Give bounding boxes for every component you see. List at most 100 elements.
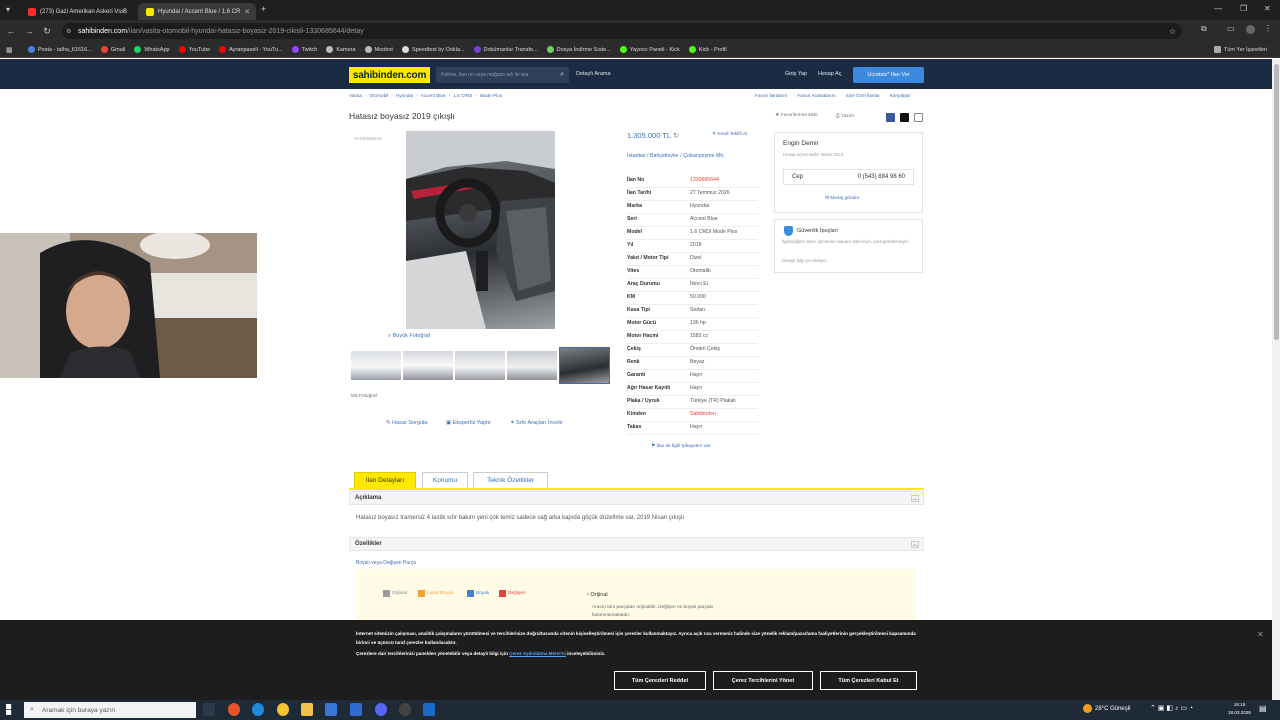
add-favorite-button[interactable]: ★ Favorilerime Ekle: [775, 113, 818, 119]
new-tab-icon[interactable]: +: [261, 4, 266, 14]
bookmark-kick-panel[interactable]: Yayıncı Paneli - Kick: [619, 46, 680, 53]
cast-icon[interactable]: ▭: [1227, 24, 1235, 33]
restore-icon[interactable]: ❐: [1240, 4, 1247, 13]
photo-thumbnail[interactable]: [455, 351, 505, 380]
steam-icon[interactable]: [423, 703, 435, 716]
bookmark-whatsapp[interactable]: WhatsApp: [134, 46, 170, 53]
new-cars-link[interactable]: ✦ Sıfır Araçları İncele: [510, 420, 563, 426]
file-explorer-icon[interactable]: [301, 703, 313, 716]
close-tab-icon[interactable]: ✕: [244, 8, 250, 16]
tab-location[interactable]: Konumu: [422, 472, 468, 488]
email-share-icon[interactable]: [914, 113, 923, 122]
favorite-searches-link[interactable]: Favori Aramalarım: [797, 93, 835, 98]
bookmark-moobot[interactable]: Moobot: [364, 46, 393, 53]
close-tab-icon[interactable]: ✕: [120, 8, 126, 16]
facebook-share-icon[interactable]: [886, 113, 895, 122]
manage-cookies-button[interactable]: Çerez Tercihlerini Yönet: [713, 671, 813, 690]
scrollbar-thumb[interactable]: [1274, 64, 1279, 340]
edge-icon[interactable]: [252, 703, 264, 716]
close-window-icon[interactable]: ✕: [1264, 4, 1271, 13]
photo-thumbnail[interactable]: [351, 351, 401, 380]
weather-widget[interactable]: 28°C Güneşli: [1083, 704, 1130, 713]
bookmark-gmail[interactable]: Gmail: [100, 46, 125, 53]
task-view-icon[interactable]: [203, 703, 215, 716]
apps-grid-icon[interactable]: ▦: [6, 46, 13, 54]
compare-link[interactable]: Karşılaştır: [890, 93, 911, 98]
system-tray-icons[interactable]: ⌃ ▣ ◧ ♪ ▭ ◔: [1150, 704, 1193, 712]
search-icon[interactable]: ⌕: [560, 71, 564, 79]
main-car-photo[interactable]: [406, 131, 555, 329]
phone-number[interactable]: 0 (543) 884 98 60: [858, 174, 905, 180]
site-info-icon[interactable]: ⚙: [66, 28, 71, 35]
x-share-icon[interactable]: [900, 113, 909, 122]
taskbar-search[interactable]: ⌕ Aramak için buraya yazın: [24, 702, 196, 718]
bookmark-dosya[interactable]: Dosya İndirme Sıste...: [546, 46, 611, 53]
discord-icon[interactable]: [375, 703, 387, 716]
minimize-icon[interactable]: —: [1214, 4, 1222, 13]
bookmark-star-icon[interactable]: ☆: [1169, 27, 1176, 36]
cookie-policy-link[interactable]: Çerez Aydınlatma Metni'ni: [509, 651, 566, 656]
bookmark-kamera[interactable]: Kamera: [326, 46, 356, 53]
url-field[interactable]: ⚙ sahibinden.com/ilan/vasita-otomobil-hy…: [62, 23, 1182, 39]
close-icon[interactable]: ✕: [1257, 630, 1264, 639]
obs-icon[interactable]: [399, 703, 411, 716]
tab-listing-details[interactable]: İlan Detayları: [354, 472, 416, 488]
features-header[interactable]: Özellikler ︿: [349, 537, 924, 551]
description-header[interactable]: Açıklama ︿: [349, 491, 924, 505]
post-ad-button[interactable]: Ücretsiz* İlan Ver: [853, 67, 924, 83]
site-search-input[interactable]: Kelime, ilan no veya mağaza adı ile ara …: [436, 67, 569, 83]
bookmark-dokumanlar[interactable]: Dokümanlar Transfe...: [473, 46, 538, 53]
app-icon[interactable]: [228, 703, 240, 716]
chrome-icon[interactable]: [277, 703, 289, 716]
breadcrumb-item[interactable]: Vasıta: [349, 93, 362, 98]
bookmark-youtube[interactable]: YouTube: [178, 46, 210, 53]
mail-icon[interactable]: [350, 703, 362, 716]
damage-check-link[interactable]: ✎ Hasar Sorgula: [386, 420, 427, 426]
store-icon[interactable]: [325, 703, 337, 716]
extensions-icon[interactable]: ⧉: [1201, 24, 1207, 34]
credit-offer-link[interactable]: ✕ Kredi Teklifi Al: [712, 132, 747, 137]
photo-thumbnail[interactable]: [403, 351, 453, 380]
bookmark-ayranpaseli[interactable]: Ayranpaseli - YouTu...: [219, 46, 283, 53]
breadcrumb-item[interactable]: Hyundai: [396, 93, 413, 98]
reject-cookies-button[interactable]: Tüm Çerezleri Reddet: [614, 671, 706, 690]
bookmark-posta[interactable]: Posta - talha_61616...: [28, 46, 92, 53]
forward-icon[interactable]: →: [20, 26, 38, 36]
browser-tab-active[interactable]: Hyundai / Accent Blue / 1.6 CR ✕: [138, 3, 256, 20]
photo-thumbnail-active[interactable]: [559, 347, 610, 384]
breadcrumb-item[interactable]: 1.6 CRDI: [453, 93, 472, 98]
site-logo[interactable]: sahibinden.com: [349, 67, 430, 83]
collapse-icon[interactable]: ︿: [911, 540, 919, 548]
location[interactable]: İstanbul / Bahçelievler / Çobançeşme Mh.: [627, 152, 757, 160]
print-button[interactable]: ⎙ Yazdır: [836, 113, 855, 119]
menu-icon[interactable]: ⋮: [1264, 24, 1272, 33]
profile-avatar[interactable]: [1246, 25, 1255, 34]
collapse-icon[interactable]: ︿: [911, 494, 919, 502]
breadcrumb-item[interactable]: Accent Blue: [421, 93, 446, 98]
reload-icon[interactable]: ↻: [38, 26, 56, 37]
bookmark-twitch[interactable]: Twitch: [291, 46, 317, 53]
breadcrumb-item[interactable]: Otomobil: [370, 93, 389, 98]
detailed-search-link[interactable]: Detaylı Arama: [576, 71, 611, 77]
breadcrumb-item[interactable]: Mode Plus: [480, 93, 502, 98]
send-message-button[interactable]: ✉ Mesaj gönder: [825, 196, 859, 201]
tab-technical[interactable]: Teknik Özellikler: [473, 472, 548, 488]
price-history-icon[interactable]: ↻: [673, 131, 679, 140]
recommended-listings-link[interactable]: Size Özel İlanlar: [846, 93, 880, 98]
taskbar-clock[interactable]: 16:15 18.03.2026: [1228, 701, 1251, 717]
big-photo-link[interactable]: ⌕ Büyük Fotoğraf: [388, 333, 430, 340]
seller-name[interactable]: Engin Demir: [783, 140, 819, 147]
tab-list-icon[interactable]: ▾: [6, 5, 10, 14]
safety-more-link[interactable]: Detaylı bilgi için tıklayın.: [782, 258, 828, 263]
photo-thumbnail[interactable]: [507, 351, 557, 380]
browser-tab[interactable]: (273) Gazi Amerikan Askeri Vs B ✕: [20, 3, 132, 20]
bookmark-kick-profil[interactable]: Kick - Profil: [688, 46, 727, 53]
report-listing-link[interactable]: ⚑ İlan ile İlgili Şikayetim Var: [651, 444, 711, 449]
login-link[interactable]: Giriş Yap: [785, 71, 807, 77]
accept-cookies-button[interactable]: Tüm Çerezleri Kabul Et: [820, 671, 917, 690]
favorite-listings-link[interactable]: Favori İlanlarım: [755, 93, 787, 98]
bookmark-speedtest[interactable]: Speedtest by Ookla...: [401, 46, 465, 53]
back-icon[interactable]: ←: [2, 26, 20, 36]
notifications-icon[interactable]: ▤: [1259, 704, 1267, 713]
register-link[interactable]: Hesap Aç: [818, 71, 842, 77]
